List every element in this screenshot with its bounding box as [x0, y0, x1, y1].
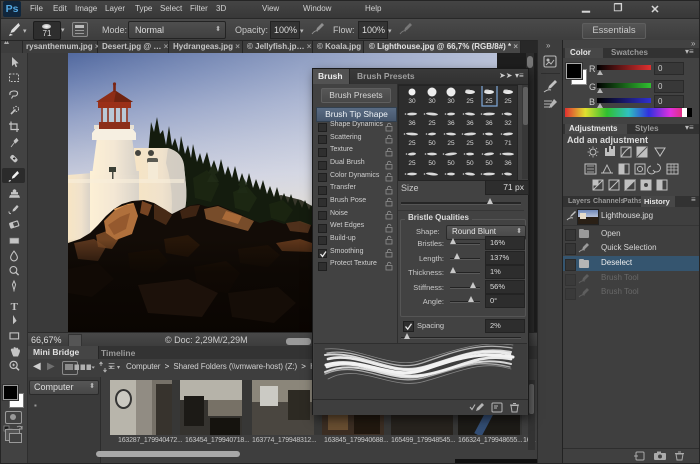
svg-text:25: 25: [466, 98, 474, 105]
svg-text:30: 30: [447, 98, 455, 105]
svg-text:25: 25: [485, 98, 493, 105]
svg-text:25: 25: [504, 98, 512, 105]
svg-text:50: 50: [447, 160, 455, 167]
svg-text:25: 25: [408, 140, 416, 147]
svg-text:32: 32: [504, 120, 512, 127]
svg-text:36: 36: [466, 120, 474, 127]
svg-text:25: 25: [447, 140, 455, 147]
svg-text:50: 50: [428, 160, 436, 167]
svg-text:71: 71: [504, 140, 512, 147]
svg-text:25: 25: [408, 160, 416, 167]
svg-text:25: 25: [428, 120, 436, 127]
svg-text:36: 36: [408, 120, 416, 127]
svg-text:50: 50: [485, 140, 493, 147]
svg-text:30: 30: [408, 98, 416, 105]
svg-text:25: 25: [466, 140, 474, 147]
svg-text:36: 36: [485, 120, 493, 127]
svg-text:T: T: [11, 301, 19, 313]
svg-text:36: 36: [504, 160, 512, 167]
svg-text:50: 50: [428, 140, 436, 147]
svg-text:50: 50: [485, 160, 493, 167]
svg-text:36: 36: [447, 120, 455, 127]
svg-text:50: 50: [466, 160, 474, 167]
svg-text:30: 30: [428, 98, 436, 105]
